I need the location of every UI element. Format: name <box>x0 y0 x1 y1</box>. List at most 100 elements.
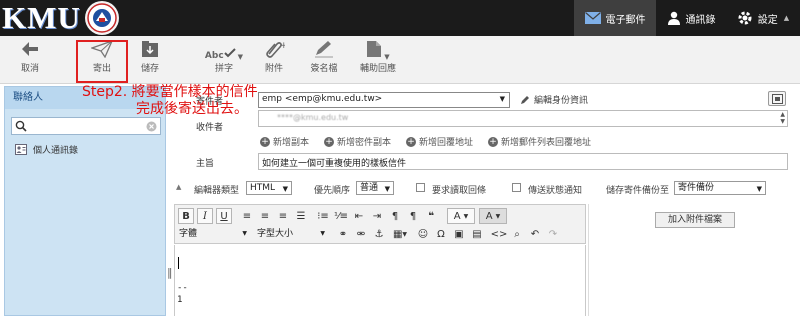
priority-label: 優先順序 <box>314 186 351 196</box>
ltr-icon[interactable]: ¶ <box>387 208 403 224</box>
outdent-icon[interactable]: ⇤ <box>351 208 367 224</box>
signature-label: 簽名檔 <box>310 64 338 74</box>
address-book-icon <box>15 144 27 155</box>
align-right-icon[interactable]: ≡ <box>275 208 291 224</box>
reply-assist-dropdown-icon[interactable]: ▼ <box>384 53 389 61</box>
plus-icon: + <box>488 136 498 147</box>
save-label: 儲存 <box>140 64 159 74</box>
link-icon[interactable]: ⚭ <box>335 226 351 242</box>
add-followup-label: 新增郵件列表回覆地址 <box>501 138 592 148</box>
add-reply-to-label: 新增回覆地址 <box>419 138 474 148</box>
text-color-button[interactable]: A ▼ <box>447 208 475 224</box>
align-left-icon[interactable]: ≡ <box>239 208 255 224</box>
editor-type-label: 編輯器類型 <box>194 186 240 196</box>
priority-select[interactable]: 普通 ▼ <box>356 181 394 195</box>
to-scroll-icon[interactable]: ▲ ▼ <box>780 111 785 125</box>
dsn-checkbox[interactable] <box>512 183 521 192</box>
nav-settings[interactable]: 設定 ▲ <box>728 0 798 36</box>
add-attachment-button[interactable]: 加入附件檔案 <box>655 212 735 228</box>
add-reply-to-link[interactable]: + 新增回覆地址 <box>406 135 473 148</box>
nav-mail-label: 電子郵件 <box>605 14 646 26</box>
envelope-icon <box>584 12 601 24</box>
nav-contacts-label: 通訊錄 <box>685 14 716 26</box>
align-center-icon[interactable]: ≡ <box>257 208 273 224</box>
save-sent-select[interactable]: 寄件備份 ▼ <box>674 181 766 195</box>
contacts-search-input[interactable] <box>11 117 161 135</box>
add-bcc-link[interactable]: + 新增密件副本 <box>324 135 391 148</box>
align-justify-icon[interactable]: ☰ <box>293 208 309 224</box>
indent-icon[interactable]: ⇥ <box>369 208 385 224</box>
gear-icon <box>737 10 753 26</box>
blockquote-icon[interactable]: ❝ <box>423 208 439 224</box>
source-code-icon[interactable]: <> <box>491 226 508 242</box>
spell-dropdown-icon[interactable]: ▼ <box>238 53 243 61</box>
save-sent-label: 儲存寄件備份至 <box>606 186 670 196</box>
sidebar-item-personal-contacts[interactable]: 個人通訊錄 <box>15 143 78 156</box>
window-icon <box>772 94 783 104</box>
nav-mail[interactable]: 電子郵件 <box>574 0 656 36</box>
nav-contacts[interactable]: 通訊錄 <box>660 0 722 36</box>
emoticon-icon[interactable]: ☺ <box>415 226 431 242</box>
reply-assist-label: 輔助回應 <box>359 64 396 74</box>
numbered-list-icon[interactable]: ⅟≡ <box>333 208 349 224</box>
contacts-sidebar: 聯絡人 個人通訊錄 <box>4 86 166 316</box>
panel-splitter[interactable]: ‖ <box>167 266 173 286</box>
font-size-label: 字型大小 <box>257 229 294 239</box>
cancel-label: 取消 <box>20 64 39 74</box>
attach-button[interactable]: + 附件 <box>250 40 298 84</box>
font-family-select[interactable]: 字體 ▼ <box>177 227 251 241</box>
from-select[interactable]: emp <emp@kmu.edu.tw> ▼ <box>258 92 510 108</box>
plus-icon: + <box>324 136 334 147</box>
search-replace-icon[interactable]: ⌕ <box>509 226 525 242</box>
spell-abc-icon: Abc <box>204 51 224 61</box>
unlink-icon[interactable]: ⚮ <box>353 226 369 242</box>
top-bar: KMU 電子郵件 通訊錄 設定 ▲ <box>0 0 800 36</box>
receipt-checkbox[interactable] <box>416 183 425 192</box>
back-arrow-icon <box>22 42 38 56</box>
editor-body[interactable]: -- 1 <box>174 245 586 316</box>
annotation-line-2: 完成後寄送出去。 <box>136 101 248 117</box>
popout-button[interactable] <box>768 91 786 106</box>
add-cc-link[interactable]: + 新增副本 <box>260 135 309 148</box>
to-value: ****@kmu.edu.tw <box>277 113 349 122</box>
spell-check-button[interactable]: Abc ▼ 拼字 <box>198 40 250 84</box>
from-value: emp <emp@kmu.edu.tw> <box>262 94 383 104</box>
add-cc-label: 新增副本 <box>273 138 310 148</box>
bold-button[interactable]: B <box>178 208 194 224</box>
signature-dash: -- <box>177 283 188 293</box>
font-size-select[interactable]: 字型大小 ▼ <box>255 227 329 241</box>
add-followup-link[interactable]: + 新增郵件列表回覆地址 <box>488 135 591 148</box>
signature-button[interactable]: 簽名檔 <box>300 40 348 84</box>
subject-value: 如何建立一個可重複使用的樣板信件 <box>262 159 407 169</box>
table-icon[interactable]: ▦ ▼ <box>389 226 411 242</box>
to-input[interactable]: ****@kmu.edu.tw ▲ ▼ <box>258 110 788 127</box>
bg-color-button[interactable]: A ▼ <box>479 208 507 224</box>
edit-identity-link[interactable]: 編輯身份資訊 <box>520 93 588 106</box>
text-cursor <box>178 257 179 269</box>
anchor-icon[interactable]: ⚓ <box>371 226 387 242</box>
special-char-icon[interactable]: Ω <box>433 226 449 242</box>
undo-icon[interactable]: ↶ <box>527 226 543 242</box>
editor-type-select[interactable]: HTML ▼ <box>246 181 292 195</box>
font-family-label: 字體 <box>179 229 198 239</box>
underline-button[interactable]: U <box>216 208 232 224</box>
save-button[interactable]: 儲存 <box>126 40 174 84</box>
pen-icon <box>315 41 333 58</box>
media-icon[interactable]: ▤ <box>469 226 485 242</box>
cancel-button[interactable]: 取消 <box>6 40 54 84</box>
clear-icon[interactable] <box>146 121 157 132</box>
bullet-list-icon[interactable]: ⁝≡ <box>315 208 331 224</box>
nav-settings-label: 設定 <box>757 14 778 26</box>
reply-assist-button[interactable]: ▼ 輔助回應 <box>352 40 404 84</box>
logo: KMU <box>2 1 119 35</box>
settings-arrow-icon: ▲ <box>783 14 790 22</box>
image-icon[interactable]: ▣ <box>451 226 467 242</box>
collapse-options-icon[interactable]: ▲ <box>176 183 181 191</box>
svg-text:+: + <box>280 41 285 51</box>
priority-value: 普通 <box>360 183 379 193</box>
redo-icon[interactable]: ↷ <box>545 226 561 242</box>
spell-label: 拼字 <box>214 64 233 74</box>
subject-input[interactable]: 如何建立一個可重複使用的樣板信件 <box>258 153 788 170</box>
italic-button[interactable]: I <box>197 208 213 224</box>
rtl-icon[interactable]: ¶ <box>405 208 421 224</box>
